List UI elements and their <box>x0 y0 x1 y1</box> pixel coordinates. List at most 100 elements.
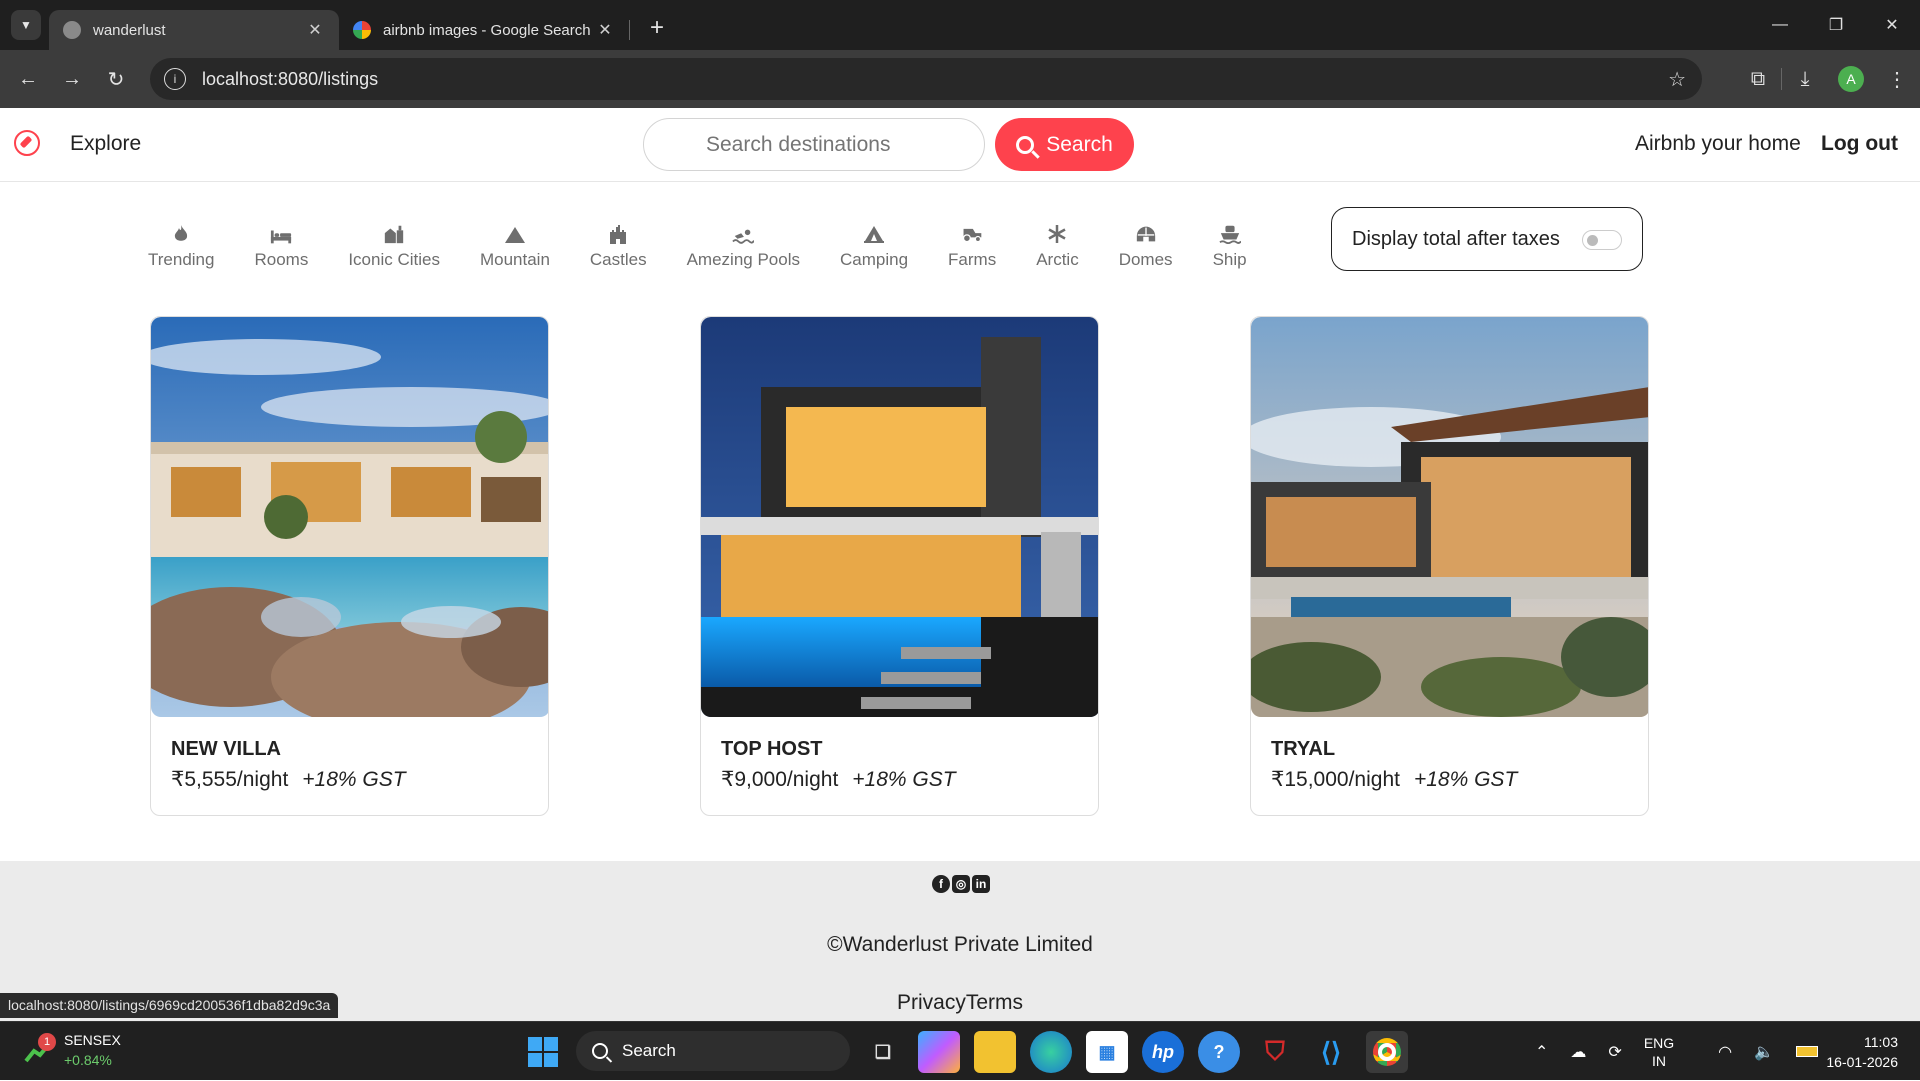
address-bar[interactable]: i localhost:8080/listings ☆ <box>150 58 1702 100</box>
filter-amezing-pools[interactable]: Amezing Pools <box>687 224 800 270</box>
mcafee-icon[interactable]: ⛉ <box>1254 1031 1296 1073</box>
copilot-icon[interactable] <box>918 1031 960 1073</box>
onedrive-icon[interactable]: ☁ <box>1570 1042 1586 1062</box>
edge-icon[interactable] <box>1030 1031 1072 1073</box>
snowflake-icon <box>1046 224 1068 244</box>
chrome-icon[interactable] <box>1366 1031 1408 1073</box>
filter-label: Rooms <box>254 250 309 269</box>
fire-icon <box>170 224 192 244</box>
listing-card[interactable]: TRYAL ₹15,000/night +18% GST <box>1250 316 1649 816</box>
filter-arctic[interactable]: Arctic <box>1036 224 1079 270</box>
tab-wanderlust[interactable]: wanderlust ✕ <box>49 10 339 50</box>
price-text: ₹5,555/night <box>171 768 289 791</box>
filter-label: Camping <box>839 250 909 269</box>
microsoft-store-icon[interactable]: ▦ <box>1086 1031 1128 1073</box>
vscode-icon[interactable]: ⟨⟩ <box>1310 1031 1352 1073</box>
close-tab-icon[interactable]: ✕ <box>595 20 615 40</box>
search-input[interactable] <box>643 118 985 171</box>
facebook-icon[interactable]: f <box>932 875 950 893</box>
listing-title: NEW VILLA <box>171 738 281 760</box>
listing-image[interactable] <box>151 317 548 717</box>
taskbar-search[interactable]: Search <box>576 1031 850 1071</box>
volume-icon[interactable]: 🔈 <box>1754 1042 1774 1062</box>
listing-image[interactable] <box>1251 317 1648 717</box>
restore-icon[interactable]: ❐ <box>1808 0 1864 50</box>
bookmark-star-icon[interactable]: ☆ <box>1668 67 1686 92</box>
stock-text: SENSEX +0.84% <box>64 1030 121 1070</box>
extensions-icon[interactable]: ⧉ <box>1735 68 1781 91</box>
tax-toggle[interactable]: Display total after taxes <box>1331 207 1643 271</box>
sync-icon[interactable]: ⟳ <box>1608 1042 1621 1062</box>
profile-avatar[interactable]: A <box>1838 66 1864 92</box>
filter-camping[interactable]: Camping <box>840 224 908 270</box>
tax-toggle-label: Display total after taxes <box>1352 227 1560 250</box>
logout-link[interactable]: Log out <box>1821 132 1898 156</box>
gst-text: +18% GST <box>852 768 956 791</box>
tax-switch[interactable] <box>1582 230 1622 250</box>
windows-start-icon[interactable] <box>528 1037 558 1067</box>
taskbar-apps: ❏ ▦ hp ? ⛉ ⟨⟩ <box>862 1031 1422 1073</box>
listing-card[interactable]: TOP HOST ₹9,000/night +18% GST <box>700 316 1099 816</box>
filter-label: Domes <box>1118 250 1173 269</box>
filter-trending[interactable]: Trending <box>148 224 214 270</box>
battery-icon[interactable] <box>1796 1046 1819 1057</box>
price-text: ₹15,000/night <box>1271 768 1400 791</box>
stock-widget[interactable]: 1 SENSEX +0.84% <box>24 1030 121 1070</box>
filter-castles[interactable]: Castles <box>590 224 647 270</box>
filter-farms[interactable]: Farms <box>948 224 996 270</box>
filter-ship[interactable]: Ship <box>1213 224 1247 270</box>
compass-icon[interactable] <box>14 130 40 156</box>
forward-button[interactable]: → <box>50 57 94 101</box>
tab-google-search[interactable]: airbnb images - Google Search ✕ <box>339 10 629 50</box>
filter-label: Mountain <box>479 250 550 269</box>
tab-search-button[interactable]: ▼ <box>11 10 41 40</box>
site-info-icon[interactable]: i <box>164 68 186 90</box>
task-view-icon[interactable]: ❏ <box>862 1031 904 1073</box>
category-filters: Trending Rooms Iconic Cities Mountain Ca… <box>148 224 1287 270</box>
new-tab-button[interactable]: + <box>650 14 664 42</box>
filter-domes[interactable]: Domes <box>1119 224 1173 270</box>
chevron-up-icon[interactable]: ⌃ <box>1535 1042 1548 1062</box>
instagram-icon[interactable]: ◎ <box>952 875 970 893</box>
file-explorer-icon[interactable] <box>974 1031 1016 1073</box>
listing-price: ₹15,000/night +18% GST <box>1271 767 1517 792</box>
pool-icon <box>732 224 755 244</box>
globe-icon <box>63 21 81 39</box>
filter-iconic-cities[interactable]: Iconic Cities <box>348 224 440 270</box>
search-icon <box>592 1043 608 1059</box>
explore-link[interactable]: Explore <box>70 132 141 156</box>
more-menu-icon[interactable]: ⋮ <box>1874 67 1920 92</box>
listing-image[interactable] <box>701 317 1098 717</box>
clock[interactable]: 11:03 16-01-2026 <box>1826 1032 1898 1072</box>
language-indicator[interactable]: ENG IN <box>1644 1034 1696 1070</box>
back-button[interactable]: ← <box>6 57 50 101</box>
download-icon[interactable]: ⤓ <box>1782 68 1828 91</box>
listing-title: TRYAL <box>1271 738 1336 760</box>
close-window-icon[interactable]: ✕ <box>1864 0 1920 50</box>
wifi-icon[interactable]: ◠ <box>1718 1042 1732 1062</box>
reload-button[interactable]: ↻ <box>94 57 138 101</box>
minimize-icon[interactable]: — <box>1752 0 1808 50</box>
taskbar-search-label: Search <box>622 1041 676 1060</box>
help-icon[interactable]: ? <box>1198 1031 1240 1073</box>
close-tab-icon[interactable]: ✕ <box>305 20 325 40</box>
copyright-text: ©Wanderlust Private Limited <box>827 933 1093 956</box>
browser-tab-bar: ▼ wanderlust ✕ airbnb images - Google Se… <box>0 0 1920 50</box>
search-icon <box>1016 135 1035 154</box>
filter-mountain[interactable]: Mountain <box>480 224 550 270</box>
url-text[interactable]: localhost:8080/listings <box>202 69 378 90</box>
city-icon <box>383 224 405 244</box>
time: 11:03 <box>1864 1034 1898 1050</box>
filter-label: Trending <box>148 250 215 269</box>
airbnb-your-home-link[interactable]: Airbnb your home <box>1635 132 1801 156</box>
filter-label: Amezing Pools <box>686 250 800 269</box>
filter-rooms[interactable]: Rooms <box>254 224 308 270</box>
hp-icon[interactable]: hp <box>1142 1031 1184 1073</box>
listing-card[interactable]: NEW VILLA ₹5,555/night +18% GST <box>150 316 549 816</box>
search-button[interactable]: Search <box>995 118 1134 171</box>
filter-label: Arctic <box>1036 250 1079 269</box>
gst-text: +18% GST <box>1413 768 1518 791</box>
gst-text: +18% GST <box>302 768 406 791</box>
linkedin-icon[interactable]: in <box>972 875 990 893</box>
google-icon <box>353 21 371 39</box>
